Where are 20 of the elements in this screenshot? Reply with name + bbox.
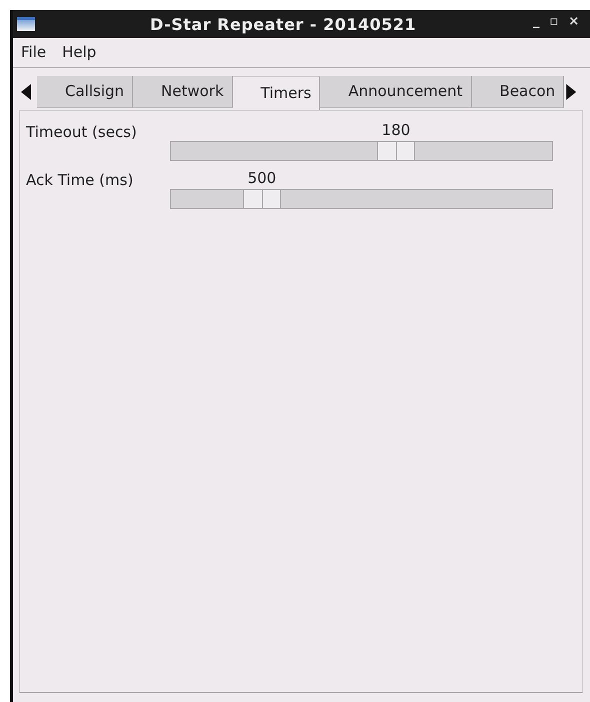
close-button[interactable]: × — [568, 13, 580, 31]
menu-item[interactable]: Help — [56, 41, 102, 64]
menu-item[interactable]: File — [15, 41, 52, 64]
slider-thumb[interactable] — [243, 189, 282, 209]
window-title: D-Star Repeater - 20140521 — [150, 14, 416, 36]
slider-track[interactable] — [170, 189, 553, 209]
minimize-button[interactable]: _ — [533, 13, 540, 31]
tab[interactable]: Timers — [232, 76, 320, 110]
slider-label: Ack Time (ms) — [26, 171, 134, 189]
tab[interactable]: Callsign — [37, 76, 134, 108]
slider-value: 180 — [382, 120, 410, 141]
tab[interactable]: Announcement — [320, 76, 472, 108]
maximize-button[interactable]: ▫ — [550, 13, 558, 31]
slider-label: Timeout (secs) — [26, 123, 137, 141]
tab[interactable]: Network — [133, 76, 233, 108]
slider-thumb[interactable] — [376, 141, 415, 161]
slider-value: 500 — [248, 168, 276, 189]
tab[interactable]: Beacon — [472, 76, 564, 108]
window-icon — [17, 17, 35, 31]
slider-track[interactable] — [170, 141, 553, 161]
